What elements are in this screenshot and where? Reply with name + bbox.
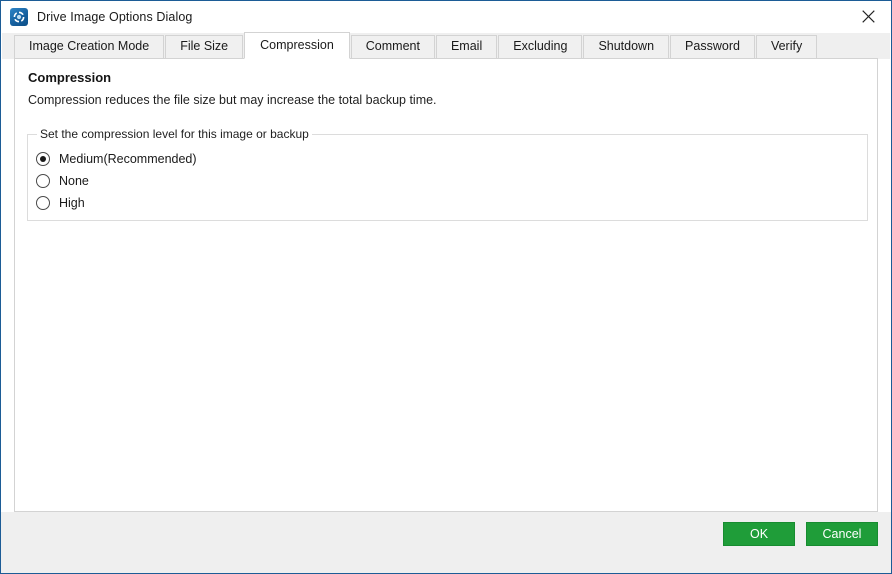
tab-page-compression: Compression Compression reduces the file…: [14, 58, 878, 512]
ok-button[interactable]: OK: [723, 522, 795, 546]
radio-icon-high: [36, 196, 50, 210]
radio-option-none[interactable]: None: [36, 170, 197, 192]
page-title: Compression: [28, 70, 112, 85]
radio-label-high: High: [59, 196, 85, 210]
tab-excluding[interactable]: Excluding: [498, 35, 583, 58]
radio-option-medium[interactable]: Medium(Recommended): [36, 148, 197, 170]
tab-bar: Image Creation Mode File Size Compressio…: [14, 32, 878, 59]
tab-comment[interactable]: Comment: [350, 35, 435, 58]
tab-verify[interactable]: Verify: [755, 35, 818, 58]
radio-icon-none: [36, 174, 50, 188]
radio-option-high[interactable]: High: [36, 192, 197, 214]
title-bar: Drive Image Options Dialog: [1, 1, 891, 33]
page-description: Compression reduces the file size but ma…: [28, 93, 437, 107]
tab-shutdown[interactable]: Shutdown: [583, 35, 670, 58]
tab-file-size[interactable]: File Size: [165, 35, 244, 58]
compression-level-radio-group: Medium(Recommended) None High: [36, 148, 197, 214]
radio-icon-medium: [36, 152, 50, 166]
dialog-footer: OK Cancel: [1, 512, 891, 573]
radio-label-none: None: [59, 174, 89, 188]
close-icon[interactable]: [845, 1, 891, 32]
window-title: Drive Image Options Dialog: [37, 10, 193, 24]
groupbox-legend: Set the compression level for this image…: [37, 127, 312, 141]
dialog-window: Drive Image Options Dialog Image Creatio…: [0, 0, 892, 574]
tab-compression[interactable]: Compression: [244, 32, 350, 59]
compression-level-groupbox: Set the compression level for this image…: [27, 127, 868, 221]
tab-password[interactable]: Password: [670, 35, 755, 58]
radio-label-medium: Medium(Recommended): [59, 152, 197, 166]
drive-image-icon: [10, 8, 28, 26]
tab-image-creation-mode[interactable]: Image Creation Mode: [14, 35, 165, 58]
tab-email[interactable]: Email: [435, 35, 498, 58]
cancel-button[interactable]: Cancel: [806, 522, 878, 546]
